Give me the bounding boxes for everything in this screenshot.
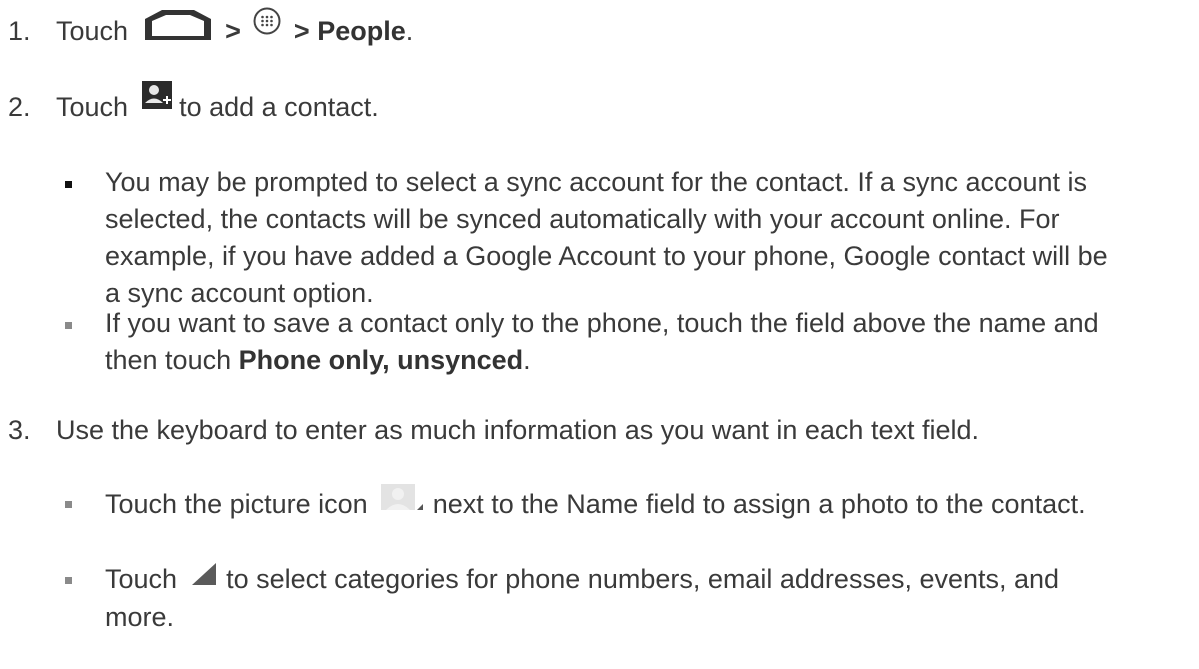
step-2: 2. Touch to add a contact. — [8, 81, 379, 130]
text: to select categories for phone numbers, … — [226, 564, 1060, 594]
bullet — [65, 322, 72, 329]
step-number: 2. — [8, 92, 31, 122]
bullet-line: more. — [105, 602, 175, 632]
people-label: People — [317, 16, 406, 46]
period: . — [405, 16, 414, 46]
step-number: 3. — [8, 415, 31, 445]
separator: > — [225, 16, 241, 46]
bullet-line: then touch Phone only, unsynced. — [105, 342, 1099, 379]
text: Touch the picture icon — [105, 489, 368, 519]
bullet — [65, 181, 72, 188]
phone-only-label: Phone only, unsynced — [238, 345, 524, 375]
step-1: 1. Touch > > People. — [8, 6, 413, 56]
picture-icon — [381, 484, 425, 521]
bullet-line: You may be prompted to select a sync acc… — [105, 167, 1088, 197]
step-text-after: to add a contact. — [179, 92, 379, 122]
step-3: 3. Use the keyboard to enter as much info… — [8, 412, 979, 448]
step-text: Touch — [56, 16, 129, 46]
triangle-icon — [191, 559, 217, 595]
separator: > — [293, 16, 310, 46]
add-contact-icon — [141, 78, 172, 123]
bullet — [65, 577, 72, 584]
step-text: Touch — [56, 92, 129, 122]
step-number: 1. — [8, 16, 31, 46]
text: next to the Name field to assign a photo… — [432, 489, 1086, 519]
bullet-text: Touch to select categories for phone num… — [105, 561, 1059, 637]
text: Touch — [105, 564, 178, 594]
home-icon — [142, 7, 214, 59]
bullet-text: Touch the picture icon next to the Name … — [105, 484, 1086, 524]
text: then touch — [105, 345, 232, 375]
bullet-line: selected, the contacts will be synced au… — [105, 204, 1060, 234]
bullet-line: If you want to save a contact only to th… — [105, 308, 1099, 338]
period: . — [523, 345, 531, 375]
bullet-line: Touch to select categories for phone num… — [105, 561, 1059, 599]
step-text: Use the keyboard to enter as much inform… — [56, 415, 979, 445]
bullet — [65, 501, 72, 508]
bullet-text: You may be prompted to select a sync acc… — [105, 164, 1108, 312]
bullet-line: example, if you have added a Google Acco… — [105, 241, 1108, 271]
bullet-text: If you want to save a contact only to th… — [105, 305, 1099, 379]
apps-icon — [252, 2, 282, 52]
